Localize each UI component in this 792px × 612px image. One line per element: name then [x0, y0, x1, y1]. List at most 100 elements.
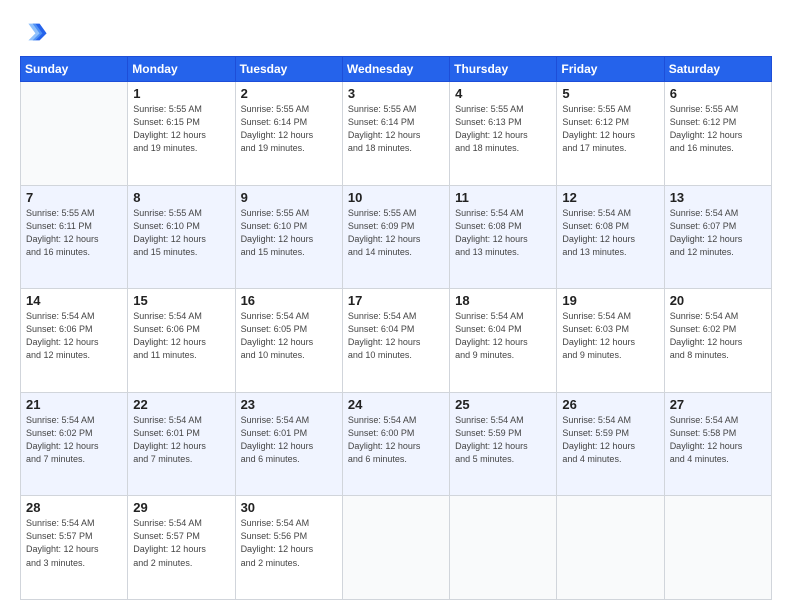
day-info: Sunrise: 5:54 AM Sunset: 6:05 PM Dayligh… — [241, 310, 337, 362]
weekday-header: Wednesday — [342, 57, 449, 82]
calendar-day-cell: 8 Sunrise: 5:55 AM Sunset: 6:10 PM Daylig… — [128, 185, 235, 289]
day-number: 29 — [133, 500, 229, 515]
day-number: 7 — [26, 190, 122, 205]
calendar-day-cell — [21, 82, 128, 186]
day-info: Sunrise: 5:55 AM Sunset: 6:10 PM Dayligh… — [133, 207, 229, 259]
calendar-day-cell: 5 Sunrise: 5:55 AM Sunset: 6:12 PM Daylig… — [557, 82, 664, 186]
day-info: Sunrise: 5:55 AM Sunset: 6:10 PM Dayligh… — [241, 207, 337, 259]
weekday-header: Thursday — [450, 57, 557, 82]
weekday-header: Saturday — [664, 57, 771, 82]
day-info: Sunrise: 5:54 AM Sunset: 5:57 PM Dayligh… — [133, 517, 229, 569]
day-info: Sunrise: 5:55 AM Sunset: 6:09 PM Dayligh… — [348, 207, 444, 259]
day-info: Sunrise: 5:54 AM Sunset: 5:59 PM Dayligh… — [455, 414, 551, 466]
logo-icon — [20, 18, 48, 46]
calendar-week-row: 21Sunrise: 5:54 AM Sunset: 6:02 PM Dayli… — [21, 392, 772, 496]
calendar-day-cell: 25 Sunrise: 5:54 AM Sunset: 5:59 PM Dayli… — [450, 392, 557, 496]
day-info: Sunrise: 5:55 AM Sunset: 6:12 PM Dayligh… — [562, 103, 658, 155]
day-number: 18 — [455, 293, 551, 308]
day-number: 11 — [455, 190, 551, 205]
calendar-week-row: 28 Sunrise: 5:54 AM Sunset: 5:57 PM Dayli… — [21, 496, 772, 600]
day-info: Sunrise: 5:54 AM Sunset: 6:02 PM Dayligh… — [670, 310, 766, 362]
day-info: Sunrise: 5:55 AM Sunset: 6:15 PM Dayligh… — [133, 103, 229, 155]
day-info: Sunrise: 5:54 AM Sunset: 6:08 PM Dayligh… — [562, 207, 658, 259]
day-number: 25 — [455, 397, 551, 412]
calendar-day-cell: 29 Sunrise: 5:54 AM Sunset: 5:57 PM Dayli… — [128, 496, 235, 600]
calendar-day-cell: 18 Sunrise: 5:54 AM Sunset: 6:04 PM Dayli… — [450, 289, 557, 393]
calendar-day-cell: 3 Sunrise: 5:55 AM Sunset: 6:14 PM Daylig… — [342, 82, 449, 186]
calendar-day-cell: 14Sunrise: 5:54 AM Sunset: 6:06 PM Dayli… — [21, 289, 128, 393]
calendar-day-cell: 27 Sunrise: 5:54 AM Sunset: 5:58 PM Dayli… — [664, 392, 771, 496]
day-info: Sunrise: 5:54 AM Sunset: 6:06 PM Dayligh… — [26, 310, 122, 362]
calendar-day-cell: 12Sunrise: 5:54 AM Sunset: 6:08 PM Dayli… — [557, 185, 664, 289]
calendar-day-cell: 22 Sunrise: 5:54 AM Sunset: 6:01 PM Dayli… — [128, 392, 235, 496]
day-number: 24 — [348, 397, 444, 412]
calendar-week-row: 7 Sunrise: 5:55 AM Sunset: 6:11 PM Daylig… — [21, 185, 772, 289]
weekday-header: Tuesday — [235, 57, 342, 82]
weekday-header: Friday — [557, 57, 664, 82]
page: SundayMondayTuesdayWednesdayThursdayFrid… — [0, 0, 792, 612]
day-info: Sunrise: 5:54 AM Sunset: 6:00 PM Dayligh… — [348, 414, 444, 466]
day-info: Sunrise: 5:55 AM Sunset: 6:14 PM Dayligh… — [348, 103, 444, 155]
day-info: Sunrise: 5:55 AM Sunset: 6:13 PM Dayligh… — [455, 103, 551, 155]
calendar-day-cell: 21Sunrise: 5:54 AM Sunset: 6:02 PM Dayli… — [21, 392, 128, 496]
calendar-day-cell — [342, 496, 449, 600]
calendar-day-cell: 26Sunrise: 5:54 AM Sunset: 5:59 PM Dayli… — [557, 392, 664, 496]
day-number: 2 — [241, 86, 337, 101]
day-number: 9 — [241, 190, 337, 205]
calendar-day-cell: 19 Sunrise: 5:54 AM Sunset: 6:03 PM Dayli… — [557, 289, 664, 393]
day-info: Sunrise: 5:55 AM Sunset: 6:11 PM Dayligh… — [26, 207, 122, 259]
day-number: 26 — [562, 397, 658, 412]
day-number: 10 — [348, 190, 444, 205]
day-number: 6 — [670, 86, 766, 101]
calendar-day-cell: 6 Sunrise: 5:55 AM Sunset: 6:12 PM Daylig… — [664, 82, 771, 186]
day-number: 13 — [670, 190, 766, 205]
calendar-day-cell — [450, 496, 557, 600]
day-number: 22 — [133, 397, 229, 412]
logo — [20, 18, 50, 46]
calendar-day-cell: 11Sunrise: 5:54 AM Sunset: 6:08 PM Dayli… — [450, 185, 557, 289]
calendar-day-cell — [557, 496, 664, 600]
day-info: Sunrise: 5:54 AM Sunset: 6:01 PM Dayligh… — [133, 414, 229, 466]
day-info: Sunrise: 5:54 AM Sunset: 6:04 PM Dayligh… — [455, 310, 551, 362]
day-info: Sunrise: 5:55 AM Sunset: 6:12 PM Dayligh… — [670, 103, 766, 155]
header — [20, 18, 772, 46]
calendar-day-cell: 9 Sunrise: 5:55 AM Sunset: 6:10 PM Daylig… — [235, 185, 342, 289]
calendar-day-cell: 20Sunrise: 5:54 AM Sunset: 6:02 PM Dayli… — [664, 289, 771, 393]
day-info: Sunrise: 5:54 AM Sunset: 6:03 PM Dayligh… — [562, 310, 658, 362]
day-info: Sunrise: 5:54 AM Sunset: 6:06 PM Dayligh… — [133, 310, 229, 362]
calendar-week-row: 14Sunrise: 5:54 AM Sunset: 6:06 PM Dayli… — [21, 289, 772, 393]
calendar-week-row: 1 Sunrise: 5:55 AM Sunset: 6:15 PM Daylig… — [21, 82, 772, 186]
day-number: 27 — [670, 397, 766, 412]
day-number: 1 — [133, 86, 229, 101]
day-info: Sunrise: 5:54 AM Sunset: 6:07 PM Dayligh… — [670, 207, 766, 259]
day-number: 3 — [348, 86, 444, 101]
day-info: Sunrise: 5:54 AM Sunset: 5:56 PM Dayligh… — [241, 517, 337, 569]
day-info: Sunrise: 5:54 AM Sunset: 5:57 PM Dayligh… — [26, 517, 122, 569]
day-number: 5 — [562, 86, 658, 101]
day-info: Sunrise: 5:54 AM Sunset: 6:04 PM Dayligh… — [348, 310, 444, 362]
calendar-day-cell: 4 Sunrise: 5:55 AM Sunset: 6:13 PM Daylig… — [450, 82, 557, 186]
calendar: SundayMondayTuesdayWednesdayThursdayFrid… — [20, 56, 772, 600]
day-number: 23 — [241, 397, 337, 412]
calendar-day-cell: 30 Sunrise: 5:54 AM Sunset: 5:56 PM Dayli… — [235, 496, 342, 600]
calendar-day-cell: 24 Sunrise: 5:54 AM Sunset: 6:00 PM Dayli… — [342, 392, 449, 496]
calendar-day-cell: 10 Sunrise: 5:55 AM Sunset: 6:09 PM Dayli… — [342, 185, 449, 289]
calendar-day-cell: 13 Sunrise: 5:54 AM Sunset: 6:07 PM Dayli… — [664, 185, 771, 289]
day-number: 30 — [241, 500, 337, 515]
weekday-header: Sunday — [21, 57, 128, 82]
day-number: 8 — [133, 190, 229, 205]
day-number: 19 — [562, 293, 658, 308]
day-number: 4 — [455, 86, 551, 101]
day-info: Sunrise: 5:54 AM Sunset: 5:58 PM Dayligh… — [670, 414, 766, 466]
calendar-day-cell: 7 Sunrise: 5:55 AM Sunset: 6:11 PM Daylig… — [21, 185, 128, 289]
calendar-day-cell: 28 Sunrise: 5:54 AM Sunset: 5:57 PM Dayli… — [21, 496, 128, 600]
weekday-header: Monday — [128, 57, 235, 82]
day-number: 28 — [26, 500, 122, 515]
calendar-day-cell: 17 Sunrise: 5:54 AM Sunset: 6:04 PM Dayli… — [342, 289, 449, 393]
calendar-day-cell — [664, 496, 771, 600]
calendar-day-cell: 15Sunrise: 5:54 AM Sunset: 6:06 PM Dayli… — [128, 289, 235, 393]
day-number: 17 — [348, 293, 444, 308]
day-info: Sunrise: 5:54 AM Sunset: 6:01 PM Dayligh… — [241, 414, 337, 466]
day-number: 16 — [241, 293, 337, 308]
calendar-header-row: SundayMondayTuesdayWednesdayThursdayFrid… — [21, 57, 772, 82]
